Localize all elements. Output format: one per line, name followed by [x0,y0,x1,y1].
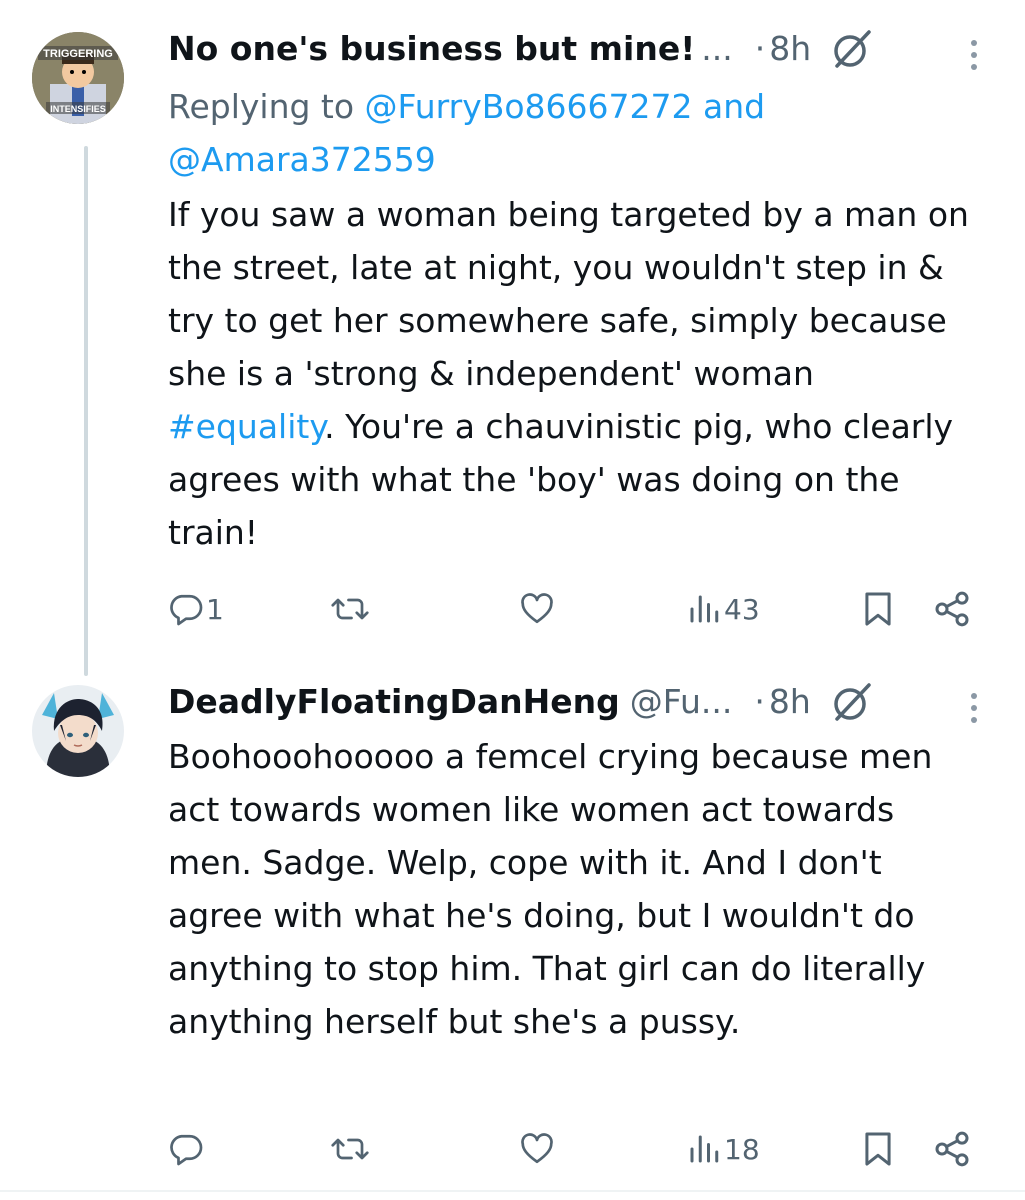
grok-icon[interactable] [829,679,875,725]
timestamp[interactable]: 8h [769,677,811,727]
tweet-text: If you saw a woman being targeted by a m… [168,188,983,559]
views-icon [690,595,719,623]
reply-and[interactable]: and [693,87,765,126]
tweet-header: DeadlyFloatingDanHeng @Fu... · 8h [168,677,995,727]
like-button[interactable] [518,1124,558,1174]
tweet-header: No one's business but mine! ... · 8h [168,24,995,74]
reply-prefix: Replying to [168,87,365,126]
more-icon[interactable] [967,36,981,86]
repost-button[interactable] [330,1124,372,1174]
reply-user-link[interactable]: @Amara372559 [168,140,436,179]
share-icon [935,1131,969,1167]
reply-count: 1 [206,592,224,626]
views-icon [690,1135,719,1163]
share-button[interactable] [932,1124,972,1174]
replying-to: Replying to @FurryBo86667272 and @Amara3… [168,80,968,186]
avatar[interactable]: TRIGGERING INTENSIFIES [32,32,124,124]
repost-icon [331,1138,369,1160]
reply-icon [170,1134,203,1166]
cartoon-avatar-image: TRIGGERING INTENSIFIES [32,32,124,124]
timestamp[interactable]: 8h [769,24,811,74]
tweet-text-part: If you saw a woman being targeted by a m… [168,195,969,393]
tweet-2[interactable]: DeadlyFloatingDanHeng @Fu... · 8h Boohoo… [0,665,1025,1190]
display-name[interactable]: No one's business but mine! [168,24,695,74]
views-count: 43 [724,592,760,626]
reply-button[interactable]: 1 [168,584,224,634]
repost-button[interactable] [330,584,372,634]
name-ellipsis: ... [701,29,733,68]
like-icon [521,593,553,624]
views-button[interactable]: 18 [686,1124,760,1174]
views-count: 18 [724,1132,760,1166]
reply-icon [170,594,203,626]
bookmark-button[interactable] [862,584,894,634]
bookmark-icon [865,1132,891,1166]
share-icon [935,591,969,627]
tweet-text: Boohooohooooo a femcel crying because me… [168,737,933,1041]
avatar[interactable] [32,685,124,777]
share-button[interactable] [932,584,972,634]
repost-icon [331,598,369,620]
anime-character-avatar-image [32,685,124,777]
divider [0,1190,1025,1192]
handle[interactable]: @Fu... [630,677,733,727]
tweet-1[interactable]: TRIGGERING INTENSIFIES No one's business… [0,0,1025,676]
separator-dot: · [754,682,765,721]
like-icon [521,1133,553,1164]
views-button[interactable]: 43 [686,584,760,634]
reply-button[interactable] [168,1124,206,1174]
reply-user-link[interactable]: @FurryBo86667272 [365,87,693,126]
bookmark-button[interactable] [862,1124,894,1174]
action-bar: 18 [0,1124,1025,1174]
bookmark-icon [865,592,891,626]
action-bar: 1 43 [0,584,1025,634]
like-button[interactable] [518,584,558,634]
display-name[interactable]: DeadlyFloatingDanHeng [168,677,620,727]
hashtag-link[interactable]: #equality [168,407,324,446]
avatar-top-text: TRIGGERING [43,48,113,60]
grok-icon[interactable] [829,26,875,72]
separator-dot: · [754,29,766,68]
avatar-bottom-text: INTENSIFIES [50,104,106,114]
